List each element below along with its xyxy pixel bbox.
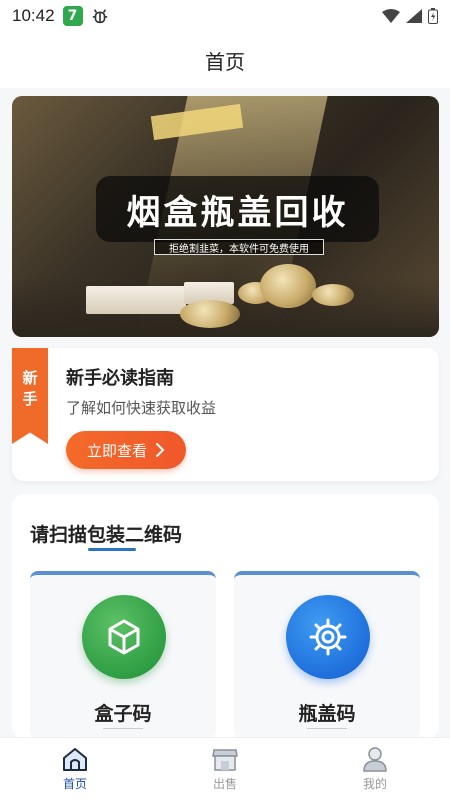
gear-icon	[309, 618, 347, 656]
ribbon-char: 手	[22, 390, 38, 408]
nav-item-mine[interactable]: 我的	[300, 738, 450, 799]
top-header: 首页	[0, 32, 450, 88]
home-icon	[63, 748, 87, 771]
view-now-label: 立即查看	[86, 442, 147, 460]
battery-icon	[428, 8, 438, 24]
ribbon-char: 新	[22, 369, 38, 387]
box-code-icon-circle	[82, 595, 166, 679]
nav-label-mine: 我的	[362, 777, 387, 791]
scan-section: 请扫描包装二维码 盒子码 瓶盖码	[12, 494, 439, 739]
banner-title: 烟盒瓶盖回收	[126, 192, 349, 233]
signal-icon	[406, 9, 422, 23]
banner-bottle-cap	[312, 284, 354, 306]
promo-banner[interactable]: 烟盒瓶盖回收 拒绝割韭菜，本软件可免费使用	[12, 96, 439, 337]
banner-subtitle: 拒绝割韭菜，本软件可免费使用	[169, 243, 309, 255]
chevron-right-icon	[156, 443, 165, 457]
wifi-icon	[382, 9, 400, 23]
banner-subtitle-box: 拒绝割韭菜，本软件可免费使用	[154, 239, 324, 255]
nav-label-home: 首页	[62, 777, 87, 791]
app-notification-icon: 7	[62, 6, 83, 26]
user-icon	[363, 747, 387, 772]
status-bar: 10:42 7	[0, 0, 450, 32]
cap-code-card[interactable]: 瓶盖码	[234, 571, 420, 739]
nav-item-sell[interactable]: 出售	[150, 738, 300, 799]
bottom-nav: 首页 出售 我的	[0, 737, 450, 799]
status-time: 10:42	[12, 6, 55, 25]
cube-icon	[108, 619, 140, 655]
guide-subtitle: 了解如何快速获取收益	[66, 399, 217, 417]
beginner-guide-card: 新 手 新手必读指南 了解如何快速获取收益 立即查看	[12, 348, 439, 481]
bug-icon	[92, 9, 107, 24]
cap-code-icon-circle	[286, 595, 370, 679]
box-code-label: 盒子码	[94, 703, 152, 725]
nav-label-sell: 出售	[212, 777, 237, 791]
cap-code-divider	[307, 728, 347, 729]
page-title: 首页	[205, 49, 245, 74]
guide-title: 新手必读指南	[66, 368, 174, 389]
store-icon	[212, 749, 238, 771]
scan-title-underline	[88, 548, 136, 551]
scan-title: 请扫描包装二维码	[30, 524, 183, 546]
status-indicators	[382, 8, 438, 24]
beginner-ribbon: 新 手	[12, 348, 48, 444]
nav-item-home[interactable]: 首页	[0, 738, 150, 799]
view-now-button[interactable]: 立即查看	[66, 431, 186, 469]
banner-bottle-cap	[260, 264, 316, 308]
banner-bottle-cap	[180, 300, 240, 328]
cap-code-label: 瓶盖码	[298, 703, 356, 725]
banner-cigarette-pack	[86, 286, 186, 314]
box-code-divider	[103, 728, 143, 729]
banner-title-box: 烟盒瓶盖回收	[96, 176, 379, 242]
box-code-card[interactable]: 盒子码	[30, 571, 216, 739]
